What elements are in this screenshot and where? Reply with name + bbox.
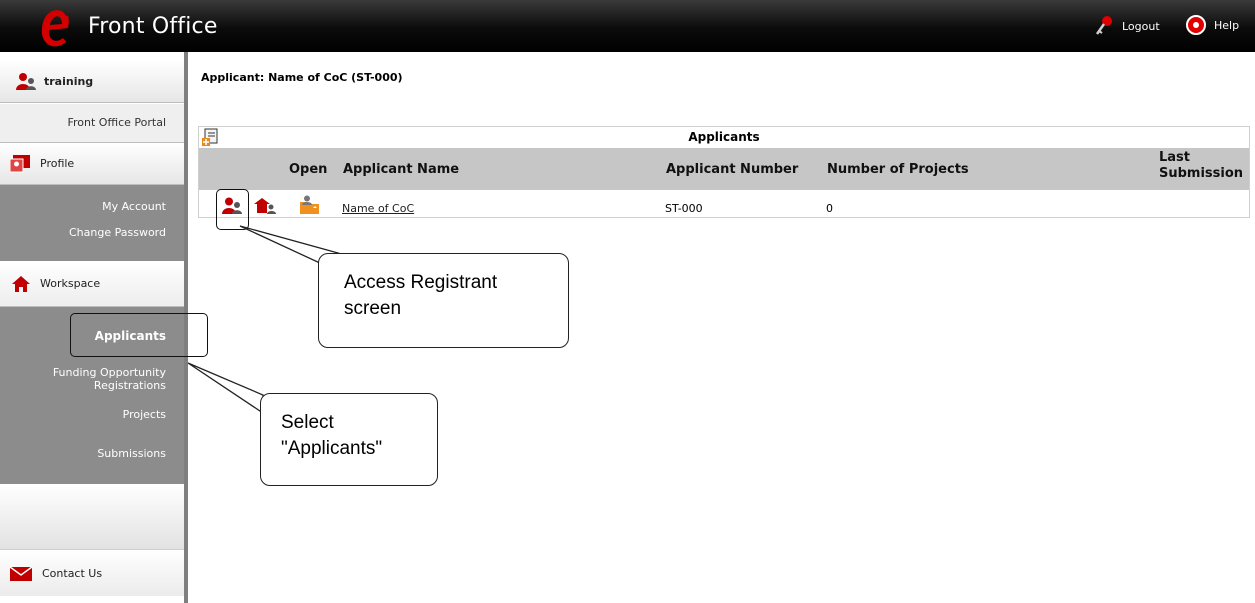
applicant-name-link[interactable]: Name of CoC (342, 202, 414, 215)
user-icon (16, 73, 36, 90)
sidebar-item-profile[interactable]: Profile (0, 143, 184, 185)
table-header: Open Applicant Name Applicant Number Num… (199, 148, 1249, 190)
user-name: training (44, 74, 94, 88)
logout-button[interactable]: Logout (1094, 15, 1160, 37)
sidebar-spacer (0, 484, 184, 550)
col-number-of-projects: Number of Projects (827, 162, 969, 177)
callout-select-applicants: Select "Applicants" (260, 393, 438, 486)
profile-icon (10, 154, 30, 172)
sidebar-item-my-account[interactable]: My Account (102, 200, 166, 213)
portal-label: Front Office Portal (67, 116, 166, 129)
sidebar-user: training (0, 60, 184, 103)
page-title: Applicant: Name of CoC (ST-000) (201, 71, 403, 84)
organization-icon[interactable] (254, 197, 276, 214)
sidebar-item-projects[interactable]: Projects (123, 408, 166, 421)
col-last-submission: Last Submission (1159, 150, 1244, 181)
sidebar-item-change-password[interactable]: Change Password (69, 226, 166, 239)
col-applicant-name: Applicant Name (343, 162, 460, 177)
help-label: Help (1214, 18, 1240, 32)
profile-submenu: My Account Change Password (0, 185, 184, 261)
app-title: Front Office (88, 14, 218, 39)
callout-access-registrant: Access Registrant screen (318, 253, 569, 348)
col-open: Open (289, 162, 328, 177)
col-applicant-number: Applicant Number (666, 162, 799, 177)
contact-label: Contact Us (42, 566, 103, 580)
e-logo-icon (41, 10, 69, 47)
workspace-label: Workspace (40, 277, 101, 290)
registrant-highlight (216, 189, 249, 230)
key-icon (1095, 16, 1112, 35)
profile-label: Profile (40, 157, 75, 170)
open-folder-icon[interactable] (298, 195, 320, 214)
callout-pointers (187, 225, 340, 415)
applicants-highlight (70, 313, 208, 357)
top-header: Front Office Logout Help (0, 0, 1255, 52)
projects-count-cell: 0 (826, 202, 833, 215)
sidebar-item-workspace[interactable]: Workspace (0, 261, 184, 307)
logout-label: Logout (1122, 19, 1160, 33)
sidebar-item-funding-opportunity-registrations[interactable]: Funding Opportunity Registrations (16, 366, 166, 392)
envelope-icon (10, 566, 32, 581)
home-icon (12, 275, 30, 292)
panel-title: Applicants (688, 130, 760, 144)
add-applicant-icon[interactable] (202, 128, 218, 146)
sidebar-item-submissions[interactable]: Submissions (97, 447, 166, 460)
help-icon (1186, 15, 1206, 35)
sidebar-portal-link[interactable]: Front Office Portal (0, 104, 184, 143)
applicant-number-cell: ST-000 (665, 202, 703, 215)
sidebar-item-contact-us[interactable]: Contact Us (0, 550, 184, 596)
help-button[interactable]: Help (1186, 15, 1239, 35)
